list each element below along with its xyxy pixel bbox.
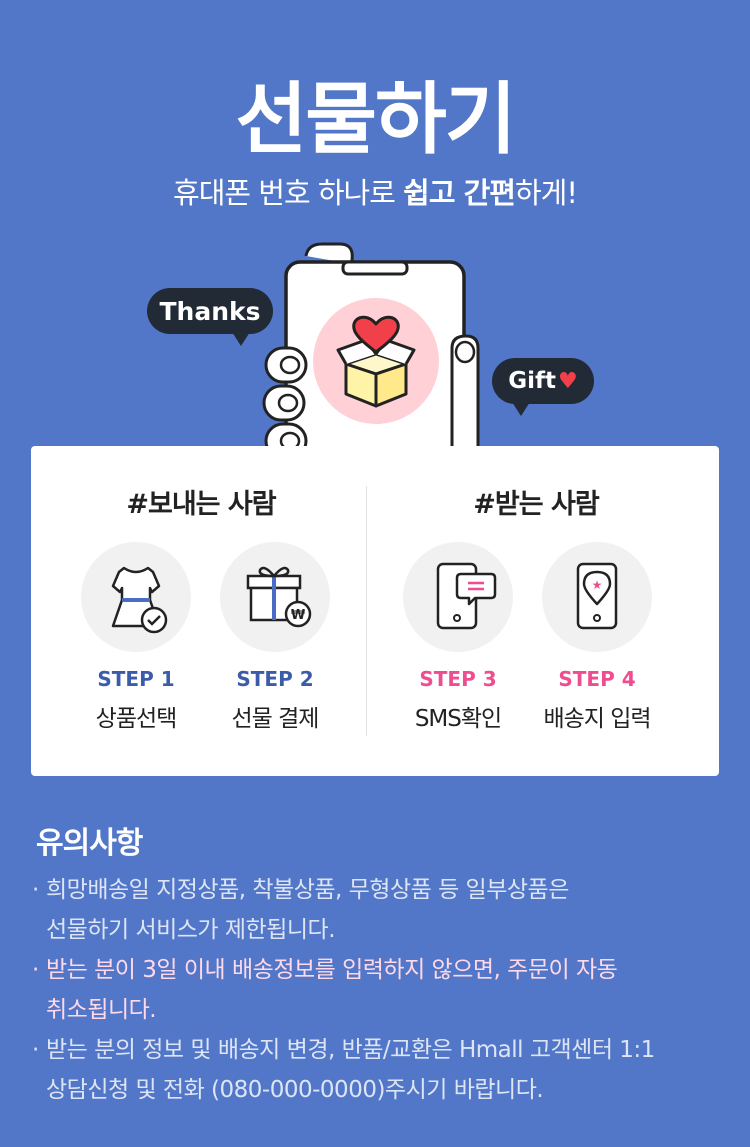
notice-line: 받는 분이 3일 이내 배송정보를 입력하지 않으면, 주문이 자동 — [46, 957, 618, 983]
step-2-number: STEP 2 — [236, 667, 314, 691]
thanks-bubble-tail — [232, 332, 250, 346]
step-4-label: 배송지 입력 — [543, 706, 651, 732]
step-3-label: SMS확인 — [414, 706, 502, 732]
notice-line: 희망배송일 지정상품, 착불상품, 무형상품 등 일부상품은 — [46, 877, 569, 903]
bullet: · — [32, 1037, 39, 1063]
gift-bubble: Gift ♥ — [492, 358, 594, 404]
phone-in-hand-icon — [262, 242, 480, 456]
notice-item: · 희망배송일 지정상품, 착불상품, 무형상품 등 일부상품은 선물하기 서비… — [32, 870, 722, 950]
gift-won-icon: ₩ — [220, 542, 330, 652]
heart-icon: ♥ — [558, 368, 578, 394]
step-1-number: STEP 1 — [97, 667, 175, 691]
notice-line: 상담신청 및 전화 (080-000-0000)주시기 바랍니다. — [46, 1077, 544, 1103]
hero-illustration: Thanks Gift ♥ — [140, 236, 610, 456]
sender-title: #보내는 사람 — [126, 489, 276, 520]
phone-location-icon: ★ — [542, 542, 652, 652]
svg-text:★: ★ — [592, 578, 603, 592]
notice-line: 선물하기 서비스가 제한됩니다. — [46, 917, 336, 943]
notice-line: 취소됩니다. — [46, 997, 157, 1023]
receiver-title: #받는 사람 — [473, 489, 599, 520]
notice-item-highlight: · 받는 분이 3일 이내 배송정보를 입력하지 않으면, 주문이 자동 취소됩… — [32, 950, 722, 1030]
step-1-label: 상품선택 — [95, 706, 178, 732]
bullet: · — [32, 957, 39, 983]
gift-bubble-tail — [512, 402, 530, 416]
dress-check-icon — [81, 542, 191, 652]
page-title: 선물하기 — [235, 75, 516, 165]
page-subtitle: 휴대폰 번호 하나로 쉽고 간편하게! — [173, 176, 578, 210]
column-divider — [366, 486, 367, 736]
notice-item: · 받는 분의 정보 및 배송지 변경, 반품/교환은 Hmall 고객센터 1… — [32, 1030, 722, 1110]
phone-message-icon — [403, 542, 513, 652]
steps-panel: #보내는 사람 #받는 사람 STEP 1 상품선택 ₩ STEP 2 선물 결… — [31, 446, 719, 776]
svg-text:₩: ₩ — [291, 608, 306, 623]
notice-title: 유의사항 — [36, 826, 143, 861]
step-4-number: STEP 4 — [558, 667, 636, 691]
notice-line: 받는 분의 정보 및 배송지 변경, 반품/교환은 Hmall 고객센터 1:1 — [46, 1037, 655, 1063]
thanks-bubble: Thanks — [147, 288, 273, 334]
bullet: · — [32, 877, 39, 903]
step-3-number: STEP 3 — [419, 667, 497, 691]
step-2-label: 선물 결제 — [231, 706, 320, 732]
